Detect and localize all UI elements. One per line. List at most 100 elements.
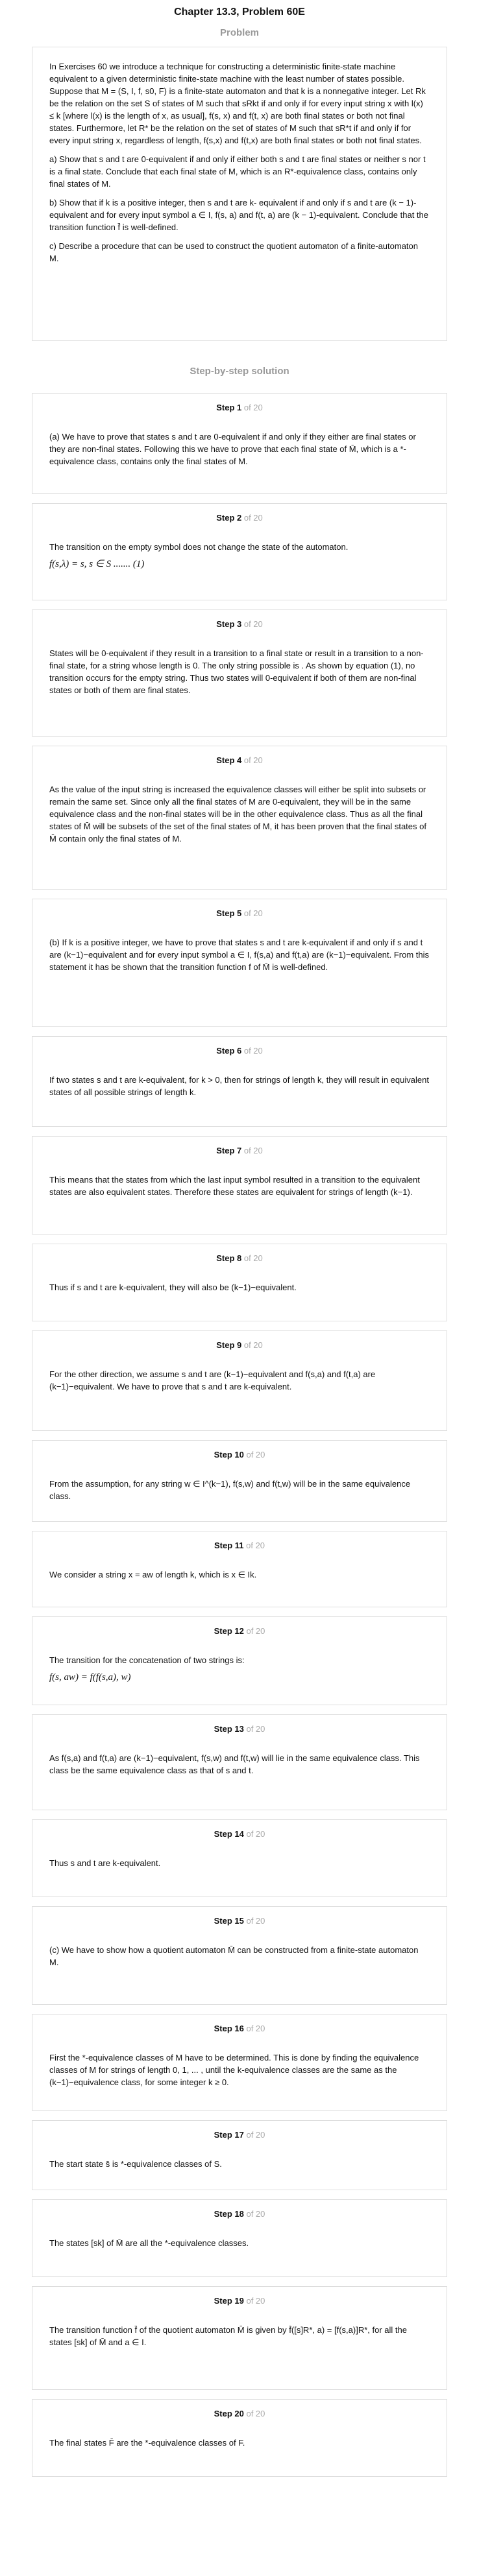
step-body: (c) We have to show how a quotient autom… [49,1944,430,1968]
step-text: Thus s and t are k-equivalent. [49,1858,161,1868]
step-count: of 20 [241,513,263,523]
step-number: Step 14 [214,1829,244,1839]
step-count: of 20 [243,1829,265,1839]
step-count: of 20 [243,2209,265,2219]
step-number: Step 18 [214,2209,244,2219]
problem-statement: In Exercises 60 we introduce a technique… [32,47,447,341]
step-number: Step 1 [216,403,242,412]
step-title: Step 8 of 20 [49,1252,430,1264]
step-title: Step 11 of 20 [49,1539,430,1552]
step-text: States will be 0-equivalent if they resu… [49,648,424,695]
step-text: From the assumption, for any string w ∈ … [49,1479,411,1501]
step-title: Step 10 of 20 [49,1448,430,1461]
step-card: Step 17 of 20 The start state s̄ is *-equ… [32,2120,447,2190]
step-count: of 20 [243,1626,265,1636]
step-card: Step 10 of 20 From the assumption, for an… [32,1440,447,1522]
step-count: of 20 [243,1450,265,1459]
step-body: (b) If k is a positive integer, we have … [49,936,430,973]
step-text: (c) We have to show how a quotient autom… [49,1945,419,1967]
problem-intro: In Exercises 60 we introduce a technique… [49,62,426,145]
step-number: Step 12 [214,1626,244,1636]
step-count: of 20 [241,1146,263,1155]
step-card: Step 3 of 20 States will be 0-equivalent … [32,609,447,737]
problem-part-c: c) Describe a procedure that can be used… [49,241,419,263]
step-equation: f(s, aw) = f(f(s,a), w) [49,1672,131,1683]
step-title: Step 16 of 20 [49,2022,430,2035]
step-number: Step 10 [214,1450,244,1459]
step-title: Step 6 of 20 [49,1045,430,1057]
step-body: As the value of the input string is incr… [49,783,430,845]
step-text: The start state s̄ is *-equivalence clas… [49,2159,222,2169]
step-number: Step 3 [216,619,242,629]
step-number: Step 13 [214,1724,244,1734]
step-count: of 20 [243,2130,265,2140]
problem-heading: Problem [219,27,259,38]
step-body: If two states s and t are k-equivalent, … [49,1074,430,1098]
step-text: For the other direction, we assume s and… [49,1369,376,1391]
step-count: of 20 [241,1253,263,1263]
step-title: Step 4 of 20 [49,754,430,766]
step-text: (a) We have to prove that states s and t… [49,432,416,466]
step-number: Step 2 [216,513,242,523]
step-card: Step 7 of 20 This means that the states f… [32,1136,447,1235]
step-card: Step 13 of 20 As f(s,a) and f(t,a) are (k… [32,1714,447,1810]
step-card: Step 4 of 20 As the value of the input st… [32,746,447,890]
step-count: of 20 [241,755,263,765]
step-title: Step 13 of 20 [49,1723,430,1735]
step-count: of 20 [243,2024,265,2033]
step-count: of 20 [243,1724,265,1734]
step-count: of 20 [243,1916,265,1926]
step-card: Step 6 of 20 If two states s and t are k-… [32,1036,447,1127]
step-title: Step 18 of 20 [49,2208,430,2220]
step-body: Thus if s and t are k-equivalent, they w… [49,1281,430,1294]
step-number: Step 16 [214,2024,244,2033]
step-text: First the *-equivalence classes of M hav… [49,2053,419,2087]
step-text: The transition function f̄ of the quotie… [49,2325,407,2347]
step-card: Step 9 of 20 For the other direction, we … [32,1330,447,1431]
problem-part-a: a) Show that s and t are 0-equivalent if… [49,154,426,189]
step-count: of 20 [241,908,263,918]
step-count: of 20 [243,2296,265,2306]
step-number: Step 4 [216,755,242,765]
step-card: Step 14 of 20 Thus s and t are k-equivale… [32,1819,447,1897]
step-text: We consider a string x = aw of length k,… [49,1570,257,1579]
step-number: Step 20 [214,2409,244,2418]
step-number: Step 7 [216,1146,242,1155]
step-text: This means that the states from which th… [49,1175,420,1197]
step-body: The transition on the empty symbol does … [49,541,430,571]
step-text: If two states s and t are k-equivalent, … [49,1075,429,1097]
page: Chapter 13.3, Problem 60E Problem In Exe… [32,0,447,2477]
step-card: Step 8 of 20 Thus if s and t are k-equiva… [32,1244,447,1321]
step-count: of 20 [243,2409,265,2418]
step-equation: f(s,λ) = s, s ∈ S ....... (1) [49,559,145,569]
step-body: The start state s̄ is *-equivalence clas… [49,2158,430,2170]
step-title: Step 17 of 20 [49,2129,430,2141]
problem-part-b: b) Show that if k is a positive integer,… [49,198,428,232]
step-body: As f(s,a) and f(t,a) are (k−1)−equivalen… [49,1752,430,1777]
step-text: As f(s,a) and f(t,a) are (k−1)−equivalen… [49,1753,420,1775]
step-text: (b) If k is a positive integer, we have … [49,938,430,972]
step-count: of 20 [241,403,263,412]
chapter-title: Chapter 13.3, Problem 60E [174,6,305,18]
step-card: Step 15 of 20 (c) We have to show how a q… [32,1906,447,2005]
step-body: (a) We have to prove that states s and t… [49,431,430,467]
step-title: Step 2 of 20 [49,512,430,524]
step-count: of 20 [241,619,263,629]
step-count: of 20 [241,1340,263,1350]
solution-heading: Step-by-step solution [190,366,289,377]
step-body: First the *-equivalence classes of M hav… [49,2051,430,2088]
step-count: of 20 [241,1046,263,1056]
step-card: Step 20 of 20 The final states F̄ are the… [32,2399,447,2477]
step-body: The transition for the concatenation of … [49,1654,430,1684]
step-text: The transition on the empty symbol does … [49,542,349,552]
step-body: The final states F̄ are the *-equivalenc… [49,2437,430,2449]
steps-list: Step 1 of 20 (a) We have to prove that st… [32,393,447,2477]
step-card: Step 1 of 20 (a) We have to prove that st… [32,393,447,494]
step-body: Thus s and t are k-equivalent. [49,1857,430,1869]
step-body: This means that the states from which th… [49,1174,430,1198]
step-number: Step 6 [216,1046,242,1056]
step-card: Step 11 of 20 We consider a string x = aw… [32,1531,447,1607]
step-title: Step 1 of 20 [49,401,430,414]
step-title: Step 14 of 20 [49,1828,430,1840]
step-body: The states [sk] of M̄ are all the *-equi… [49,2237,430,2249]
